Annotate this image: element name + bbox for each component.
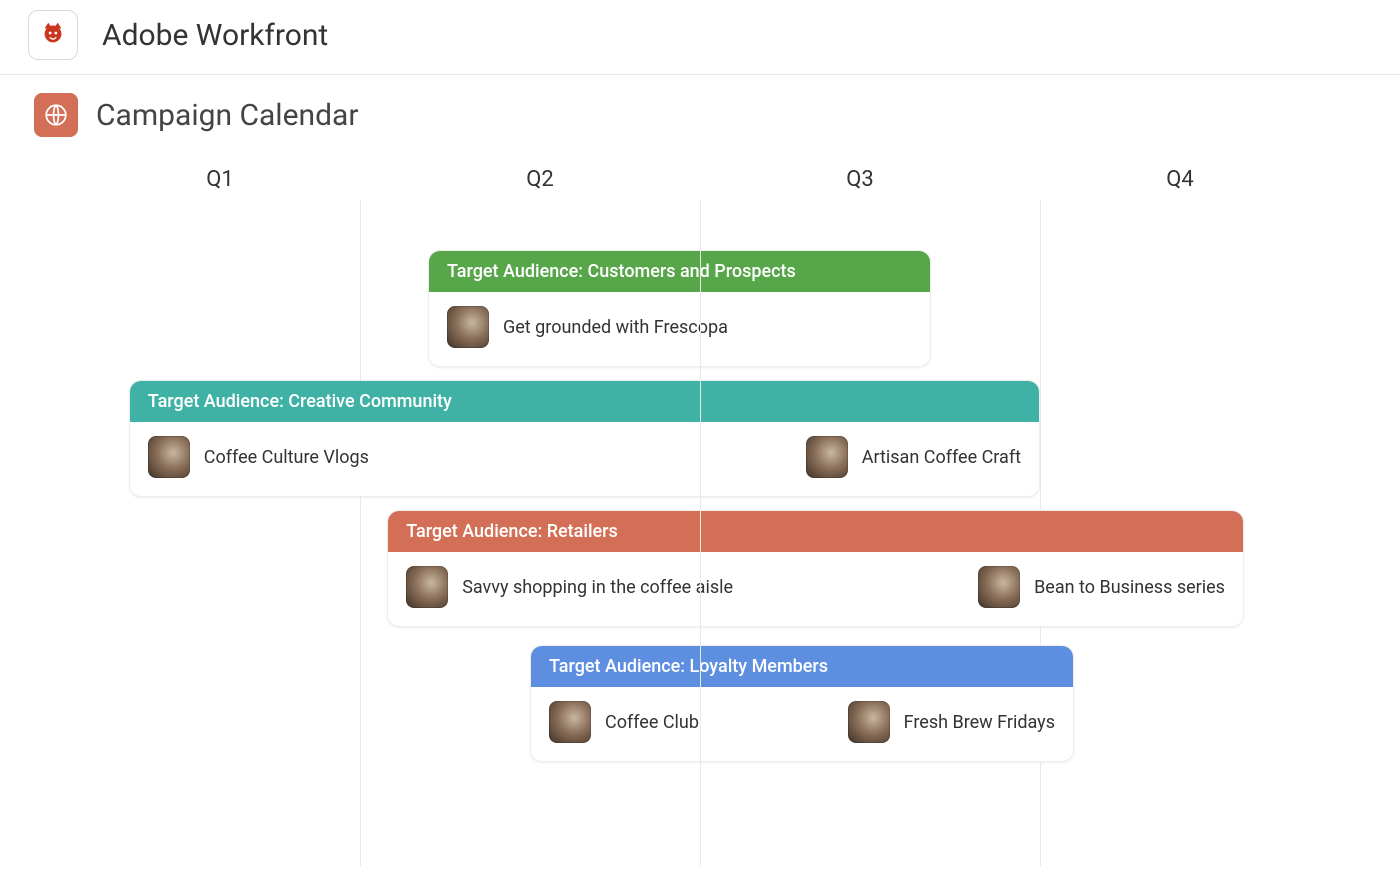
- lane-header: Target Audience: Customers and Prospects: [429, 251, 930, 292]
- campaign-thumbnail-icon: [549, 701, 591, 743]
- campaign-item[interactable]: Savvy shopping in the coffee aisle: [406, 566, 733, 608]
- campaign-name: Get grounded with Frescopa: [503, 317, 728, 338]
- lane-body: Get grounded with Frescopa: [429, 292, 930, 366]
- timeline-area: Target Audience: Customers and Prospects…: [20, 200, 1380, 866]
- campaign-item[interactable]: Coffee Culture Vlogs: [148, 436, 369, 478]
- quarter-header-row: Q1 Q2 Q3 Q4: [0, 147, 1400, 200]
- app-frame: Adobe Workfront Campaign Calendar Q1 Q2 …: [0, 0, 1400, 886]
- lion-icon: [38, 18, 68, 52]
- campaign-item[interactable]: Fresh Brew Fridays: [848, 701, 1055, 743]
- lane-header: Target Audience: Retailers: [388, 511, 1243, 552]
- calendar-globe-icon: [34, 93, 78, 137]
- campaign-name: Bean to Business series: [1034, 577, 1225, 598]
- campaign-item[interactable]: Bean to Business series: [978, 566, 1225, 608]
- campaign-thumbnail-icon: [447, 306, 489, 348]
- lane-customers-prospects[interactable]: Target Audience: Customers and Prospects…: [428, 250, 931, 367]
- lane-header: Target Audience: Loyalty Members: [531, 646, 1073, 687]
- campaign-name: Artisan Coffee Craft: [862, 447, 1021, 468]
- lane-body: Coffee Culture Vlogs Artisan Coffee Craft: [130, 422, 1039, 496]
- app-title: Adobe Workfront: [102, 18, 328, 53]
- campaign-thumbnail-icon: [406, 566, 448, 608]
- quarter-label-q3: Q3: [700, 167, 1020, 192]
- quarter-label-q1: Q1: [60, 167, 380, 192]
- lane-creative-community[interactable]: Target Audience: Creative CommunityCoffe…: [129, 380, 1040, 497]
- lane-retailers[interactable]: Target Audience: RetailersSavvy shopping…: [387, 510, 1244, 627]
- lane-header: Target Audience: Creative Community: [130, 381, 1039, 422]
- campaign-name: Coffee Club: [605, 712, 699, 733]
- campaign-thumbnail-icon: [848, 701, 890, 743]
- page-title: Campaign Calendar: [96, 98, 359, 133]
- campaign-thumbnail-icon: [806, 436, 848, 478]
- campaign-name: Coffee Culture Vlogs: [204, 447, 369, 468]
- campaign-thumbnail-icon: [978, 566, 1020, 608]
- lane-body: Savvy shopping in the coffee aisle Bean t…: [388, 552, 1243, 626]
- page-header: Campaign Calendar: [0, 75, 1400, 147]
- campaign-name: Savvy shopping in the coffee aisle: [462, 577, 733, 598]
- app-bar: Adobe Workfront: [0, 0, 1400, 75]
- quarter-label-q4: Q4: [1020, 167, 1340, 192]
- app-logo[interactable]: [28, 10, 78, 60]
- campaign-thumbnail-icon: [148, 436, 190, 478]
- quarter-label-q2: Q2: [380, 167, 700, 192]
- lane-loyalty-members[interactable]: Target Audience: Loyalty MembersCoffee C…: [530, 645, 1074, 762]
- campaign-name: Fresh Brew Fridays: [904, 712, 1055, 733]
- campaign-item[interactable]: Artisan Coffee Craft: [806, 436, 1021, 478]
- lane-body: Coffee Club Fresh Brew Fridays: [531, 687, 1073, 761]
- campaign-item[interactable]: Get grounded with Frescopa: [447, 306, 728, 348]
- campaign-item[interactable]: Coffee Club: [549, 701, 699, 743]
